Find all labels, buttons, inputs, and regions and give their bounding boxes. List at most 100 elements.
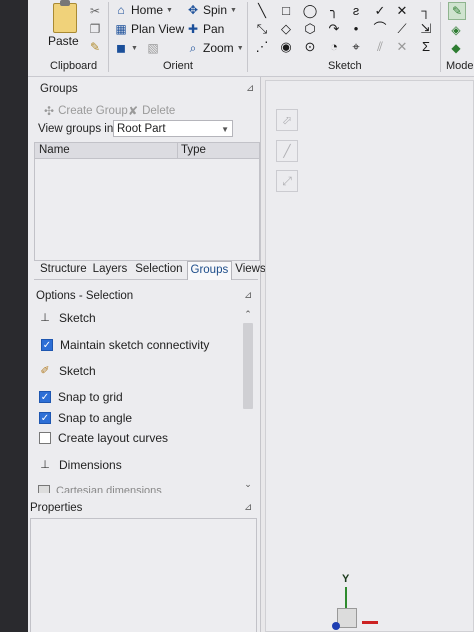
three-point-circle-icon[interactable]: ⬡ <box>302 21 318 37</box>
construction-line-icon[interactable]: ⋰ <box>254 39 270 55</box>
dimension-tool-icon[interactable]: ┐ <box>418 3 434 19</box>
panel-tabs: Structure Layers Selection Groups Views <box>34 261 266 280</box>
circle-center-icon[interactable]: ⊙ <box>302 39 318 55</box>
cartesian-dimensions-checkbox[interactable] <box>38 485 50 493</box>
mirror-tool-icon[interactable]: ⫽ <box>372 39 388 55</box>
y-axis-arrow <box>345 587 347 609</box>
column-header-type[interactable]: Type <box>181 144 206 156</box>
home-button[interactable]: ⌂ Home ▼ <box>114 3 173 17</box>
model-group-label: Mode <box>446 60 474 72</box>
equation-curve-icon[interactable]: Σ <box>418 39 434 55</box>
tangent-line-icon[interactable]: ⤡ <box>254 21 270 37</box>
cube-icon: ◼ <box>116 41 126 55</box>
orientation-cube[interactable] <box>337 608 357 628</box>
snap-to-angle-option[interactable]: ✓ Snap to angle <box>39 411 132 425</box>
chevron-down-icon: ▼ <box>131 44 138 52</box>
rectangle-tool-icon[interactable]: □ <box>278 3 294 19</box>
fillet-tool-icon[interactable]: ⌖ <box>348 39 364 55</box>
tab-selection[interactable]: Selection <box>131 261 186 279</box>
three-point-arc-icon[interactable]: ◔ <box>326 39 342 55</box>
delete-tool-icon[interactable]: ✕ <box>394 3 410 19</box>
sweep-arc-icon[interactable]: ↷ <box>326 21 342 37</box>
table-header: Name Type <box>35 143 259 159</box>
format-painter-icon[interactable]: ✎ <box>88 40 102 54</box>
ellipse-tool-icon[interactable]: ◉ <box>278 39 294 55</box>
section-sketch-snap: ✐ Sketch <box>38 364 95 378</box>
groups-title: Groups <box>40 83 78 95</box>
project-tool-icon[interactable]: ⇲ <box>418 21 434 37</box>
create-layout-curves-option[interactable]: Create layout curves <box>39 431 168 445</box>
zoom-button[interactable]: ⌕ Zoom ▼ <box>186 41 244 55</box>
section-sketch-connectivity: ⊥ Sketch <box>38 311 95 325</box>
polygon-tool-icon[interactable]: ◇ <box>278 21 294 37</box>
properties-title: Properties <box>30 502 83 514</box>
zoom-icon: ⌕ <box>189 41 197 55</box>
cut-icon[interactable]: ✂ <box>88 4 102 18</box>
pin-icon[interactable]: ⊿ <box>244 502 252 513</box>
design-viewport[interactable]: ⬀ ╱ ⤢ Y <box>265 80 474 632</box>
clipboard-group-label: Clipboard <box>50 60 98 72</box>
maintain-connectivity-option[interactable]: ✓ Maintain sketch connectivity <box>41 338 209 352</box>
y-axis-label: Y <box>342 573 350 585</box>
spin-button[interactable]: ✥ Spin ▼ <box>186 3 237 17</box>
pin-icon[interactable]: ⊿ <box>246 83 254 94</box>
view-groups-select[interactable]: Root Part ▼ <box>113 120 233 137</box>
plan-view-button[interactable]: ▦ Plan View <box>114 22 184 36</box>
sketch-tool-icon[interactable]: ╱ <box>276 140 298 162</box>
snap-to-grid-option[interactable]: ✓ Snap to grid <box>39 390 123 404</box>
circle-tool-icon[interactable]: ◯ <box>302 3 318 19</box>
create-layout-curves-checkbox[interactable] <box>39 432 51 444</box>
spin-icon: ✥ <box>187 3 199 17</box>
delete-icon: ✘ <box>128 104 139 118</box>
tab-groups[interactable]: Groups <box>186 261 233 280</box>
chevron-up-icon[interactable]: ⌃ <box>241 309 255 320</box>
tab-layers[interactable]: Layers <box>91 261 132 279</box>
snap-to-grid-checkbox[interactable]: ✓ <box>39 391 51 403</box>
cartesian-dimensions-option[interactable]: Cartesian dimensions <box>38 485 162 493</box>
line-tool-icon[interactable]: ╲ <box>254 3 270 19</box>
select-tool-icon[interactable]: ⬀ <box>276 109 298 131</box>
ribbon-divider <box>108 2 109 72</box>
chevron-down-icon: ▼ <box>221 125 229 134</box>
arc-tool-icon[interactable]: ╮ <box>326 3 342 19</box>
copy-icon[interactable]: ❐ <box>88 22 102 36</box>
pin-icon[interactable]: ⊿ <box>244 290 252 301</box>
section-dimensions: ⊥ Dimensions <box>38 458 122 472</box>
scroll-thumb[interactable] <box>243 323 253 409</box>
plan-view-icon: ▦ <box>115 22 127 36</box>
section-mode-icon[interactable]: ◈ <box>448 22 464 38</box>
column-header-name[interactable]: Name <box>39 144 70 156</box>
solid-mode-icon[interactable]: ◆ <box>448 40 464 56</box>
move-grid-icon[interactable]: ⤢ <box>276 170 298 192</box>
offset-tool-icon[interactable]: ⟋ <box>394 21 410 37</box>
spline-tool-icon[interactable]: ƨ <box>348 3 364 19</box>
point-tool-icon[interactable]: • <box>348 21 364 37</box>
paste-icon[interactable] <box>53 0 77 33</box>
tab-structure[interactable]: Structure <box>34 261 91 279</box>
bend-tool-icon[interactable]: ⌒ <box>372 21 388 37</box>
paste-button[interactable]: Paste <box>48 34 79 48</box>
sketch-mode-icon[interactable]: ✎ <box>448 2 466 20</box>
x-axis-arrow <box>362 621 378 624</box>
create-group-icon: ✣ <box>44 104 55 118</box>
maintain-connectivity-checkbox[interactable]: ✓ <box>41 339 53 351</box>
split-tool-icon[interactable]: ✕ <box>394 39 410 55</box>
view-groups-label: View groups in: <box>38 123 117 135</box>
z-axis-indicator <box>332 622 340 630</box>
pan-button[interactable]: ✚ Pan <box>186 22 224 36</box>
app-window: Paste ✂ ❐ ✎ Clipboard ⌂ Home ▼ ▦ Plan Vi… <box>28 0 474 632</box>
view-options-icon[interactable]: ▧ <box>146 41 160 55</box>
snap-to-angle-checkbox[interactable]: ✓ <box>39 412 51 424</box>
options-scrollbar[interactable]: ⌃ ⌄ <box>241 309 255 491</box>
delete-button[interactable]: ✘ Delete <box>128 104 175 118</box>
create-group-button[interactable]: ✣ Create Group <box>44 104 128 118</box>
chevron-down-icon: ▼ <box>236 44 244 52</box>
pan-icon: ✚ <box>187 22 199 36</box>
groups-table: Name Type <box>34 142 260 261</box>
chevron-down-icon: ▼ <box>166 6 173 14</box>
chevron-down-icon[interactable]: ⌄ <box>241 479 255 490</box>
left-panel: Groups ⊿ ✣ Create Group ✘ Delete View gr… <box>28 77 266 632</box>
trim-tool-icon[interactable]: ✓ <box>372 3 388 19</box>
ribbon-divider <box>440 2 441 72</box>
view-cube-button[interactable]: ◼ ▼ <box>114 41 138 55</box>
